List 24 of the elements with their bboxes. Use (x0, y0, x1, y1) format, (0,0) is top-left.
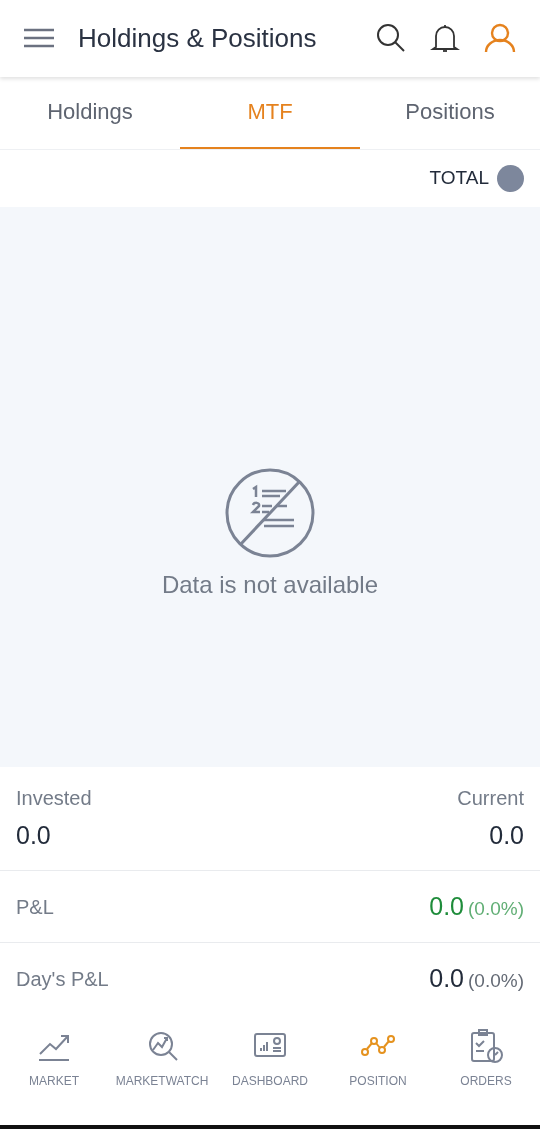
invested-value: 0.0 (16, 819, 52, 851)
nav-orders[interactable]: ORDERS (432, 1014, 540, 1125)
current-label: Current (457, 785, 524, 811)
pnl-value: 0.0 (429, 891, 465, 923)
profile-icon[interactable] (484, 22, 516, 55)
empty-message: Data is not available (161, 569, 379, 600)
menu-icon[interactable] (24, 28, 54, 49)
pnl-value: 0.0 (429, 963, 465, 995)
pnl-percent: (0.0%) (468, 897, 524, 922)
notification-bell-icon[interactable] (430, 22, 460, 55)
current-value: 0.0 (488, 819, 524, 851)
total-label: TOTAL (429, 165, 489, 190)
pnl-percent: (0.0%) (468, 969, 524, 994)
no-data-icon (224, 466, 316, 559)
pnl-label: Day's P&L (16, 966, 109, 992)
invested-label: Invested (16, 785, 92, 811)
nav-marketwatch[interactable]: MARKETWATCH (108, 1014, 216, 1125)
nav-position[interactable]: POSITION (324, 1014, 432, 1125)
nav-dashboard[interactable]: DASHBOARD (216, 1014, 324, 1125)
nav-market[interactable]: MARKET (0, 1014, 108, 1125)
pnl-label: P&L (16, 894, 54, 920)
status-dot (497, 164, 524, 192)
search-icon[interactable] (376, 23, 406, 54)
page-title: Holdings & Positions (78, 21, 318, 55)
